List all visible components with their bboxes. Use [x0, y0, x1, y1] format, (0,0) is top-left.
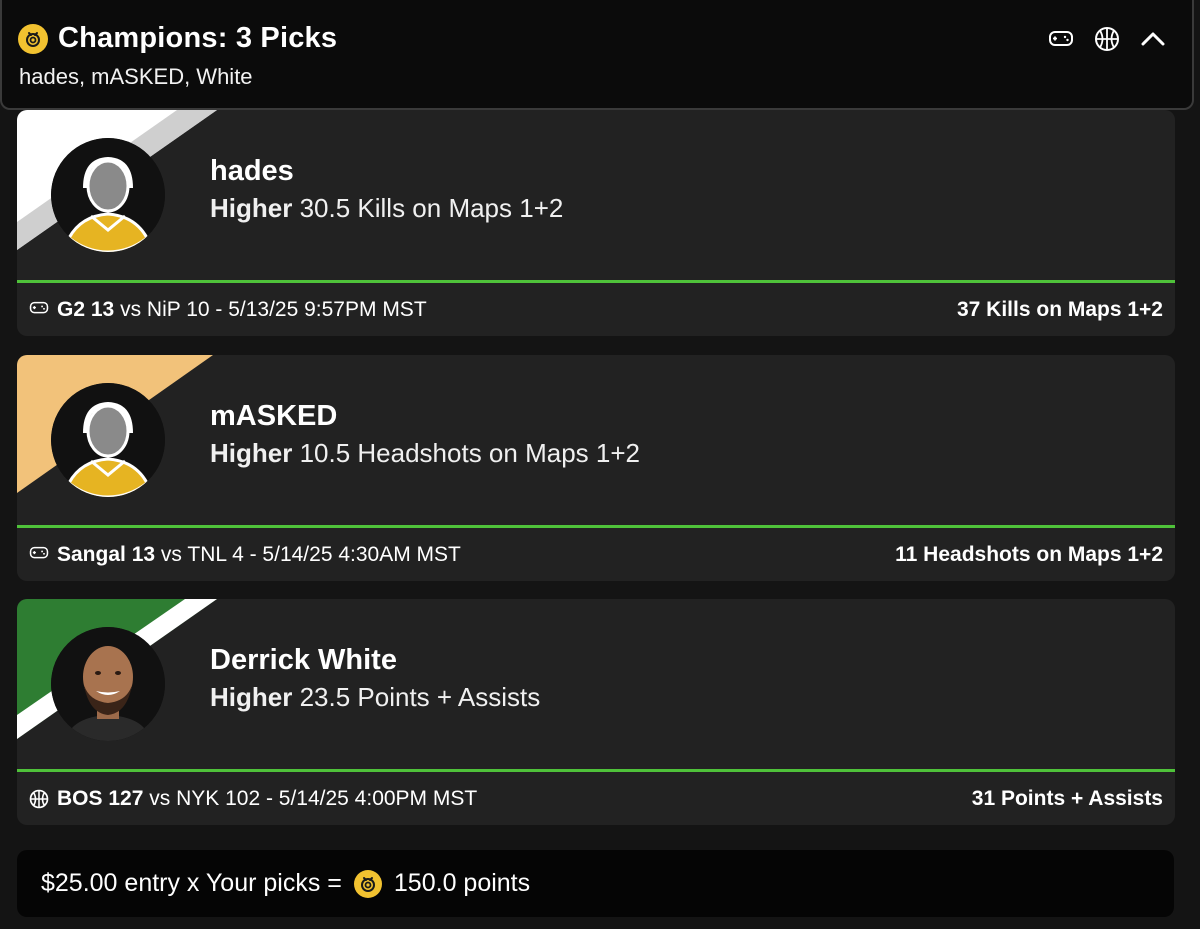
- contest-header: Champions: 3 Picks hades, mASKED, White: [0, 0, 1194, 110]
- pick-result: 37 Kills on Maps 1+2: [956, 297, 1163, 321]
- pick-stat-line: 30.5 Kills on Maps 1+2: [299, 193, 564, 223]
- player-avatar: [51, 383, 165, 497]
- winning-team-score: BOS 127: [57, 786, 144, 810]
- pick-line: Higher 10.5 Headshots on Maps 1+2: [210, 438, 640, 469]
- game-footer: BOS 127 vs NYK 102 - 5/14/25 4:00PM MST …: [17, 772, 1175, 825]
- player-avatar: [51, 138, 165, 252]
- gamepad-icon: [29, 300, 49, 320]
- game-footer: Sangal 13 vs TNL 4 - 5/14/25 4:30AM MST …: [17, 528, 1175, 581]
- pick-result: 11 Headshots on Maps 1+2: [895, 542, 1163, 566]
- page-title: Champions: 3 Picks: [58, 22, 338, 54]
- summary-points: 150.0 points: [393, 869, 531, 897]
- summary-entry-text: $25.00 entry x Your picks =: [41, 869, 342, 897]
- picks-summary-names: hades, mASKED, White: [19, 64, 253, 89]
- game-footer: G2 13 vs NiP 10 - 5/13/25 9:57PM MST 37 …: [17, 283, 1175, 336]
- winning-team-score: Sangal 13: [57, 542, 156, 566]
- pick-card[interactable]: hades Higher 30.5 Kills on Maps 1+2 G2 1…: [17, 110, 1175, 336]
- gamepad-icon: [29, 545, 49, 565]
- game-info: vs NYK 102 - 5/14/25 4:00PM MST: [149, 786, 478, 810]
- pick-line: Higher 30.5 Kills on Maps 1+2: [210, 193, 563, 224]
- basketball-icon: [29, 789, 49, 809]
- coin-icon: [18, 23, 48, 54]
- pick-stat-line: 10.5 Headshots on Maps 1+2: [299, 438, 640, 468]
- basketball-icon[interactable]: [1092, 24, 1122, 54]
- pick-card[interactable]: Derrick White Higher 23.5 Points + Assis…: [17, 599, 1175, 825]
- pick-result: 31 Points + Assists: [971, 786, 1163, 810]
- player-name: Derrick White: [210, 644, 397, 676]
- gamepad-icon[interactable]: [1046, 24, 1076, 54]
- chevron-up-icon[interactable]: [1138, 24, 1168, 54]
- pick-line: Higher 23.5 Points + Assists: [210, 682, 540, 713]
- pick-card[interactable]: mASKED Higher 10.5 Headshots on Maps 1+2…: [17, 355, 1175, 581]
- player-headshot: [51, 627, 165, 741]
- player-name: mASKED: [210, 400, 338, 432]
- pick-direction: Higher: [210, 193, 293, 223]
- pick-direction: Higher: [210, 438, 293, 468]
- game-info: vs TNL 4 - 5/14/25 4:30AM MST: [160, 542, 461, 566]
- player-name: hades: [210, 155, 294, 187]
- header-icons: [1046, 24, 1168, 54]
- game-info: vs NiP 10 - 5/13/25 9:57PM MST: [120, 297, 427, 321]
- winning-team-score: G2 13: [57, 297, 115, 321]
- payout-summary: $25.00 entry x Your picks = 150.0 points: [17, 850, 1174, 917]
- pick-direction: Higher: [210, 682, 293, 712]
- header-title-row: Champions: 3 Picks: [18, 22, 337, 55]
- pick-stat-line: 23.5 Points + Assists: [299, 682, 541, 712]
- coin-icon: [353, 869, 382, 898]
